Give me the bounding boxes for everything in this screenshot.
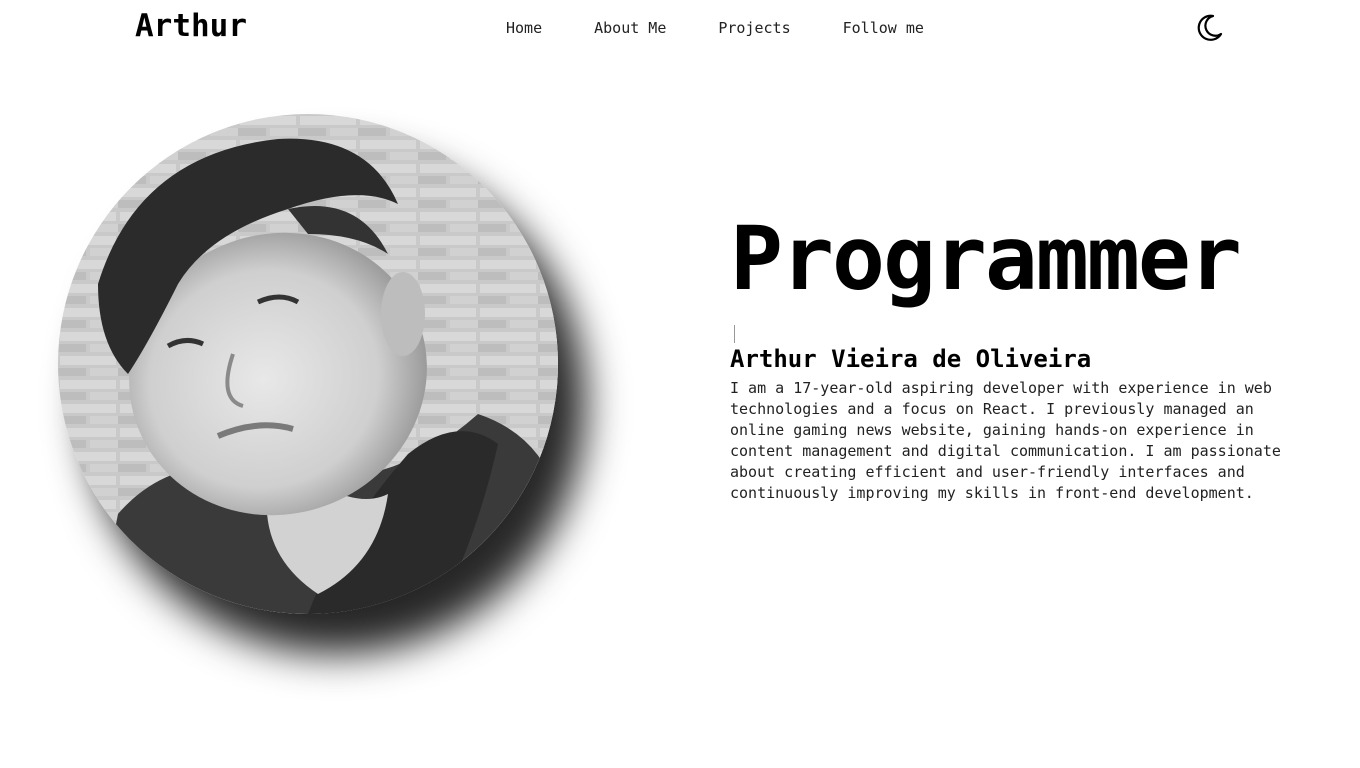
nav-item-projects[interactable]: Projects (718, 19, 790, 37)
hero-headline: Programmer (730, 207, 1242, 310)
nav-item-about-me[interactable]: About Me (594, 19, 666, 37)
nav-item-follow-me[interactable]: Follow me (843, 19, 924, 37)
nav-item-home[interactable]: Home (506, 19, 542, 37)
site-header: Arthur Home About Me Projects Follow me (0, 0, 1360, 58)
main-nav: Home About Me Projects Follow me (506, 19, 924, 37)
theme-toggle-button[interactable] (1193, 12, 1225, 44)
hero-bio: I am a 17-year-old aspiring developer wi… (730, 378, 1281, 502)
hero-text: Programmer Arthur Vieira de Oliveira I a… (730, 215, 1310, 504)
hero-name: Arthur Vieira de Oliveira (730, 345, 1092, 373)
typing-cursor (734, 325, 735, 343)
site-logo[interactable]: Arthur (135, 8, 247, 44)
moon-icon (1197, 14, 1223, 41)
profile-photo (58, 114, 558, 614)
